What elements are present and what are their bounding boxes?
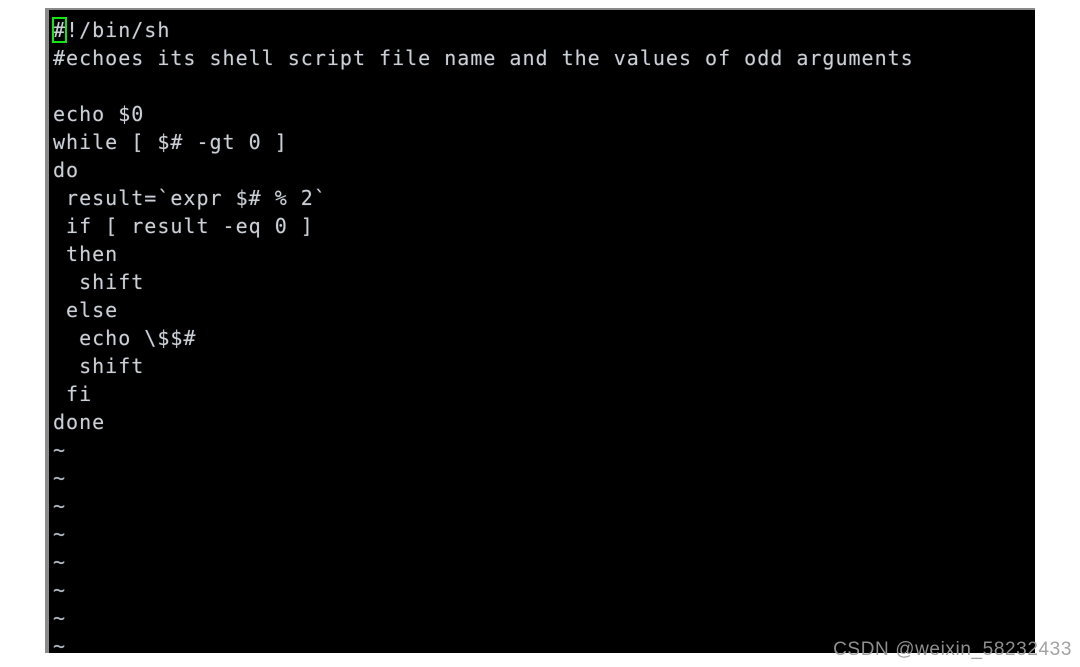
empty-line-marker: ~ [53,522,67,546]
code-line-5: while [ $# -gt 0 ] [53,130,288,154]
code-line-9: then [53,242,119,266]
code-line-2: #echoes its shell script file name and t… [53,46,914,70]
terminal-window[interactable]: #!/bin/sh #echoes its shell script file … [45,8,1035,653]
code-line-6: do [53,158,80,182]
code-line-1: #!/bin/sh [51,16,1035,44]
code-line-8: if [ result -eq 0 ] [53,214,314,238]
code-line-7: result=`expr $# % 2` [53,186,327,210]
code-line-13: shift [53,354,145,378]
code-line-1-text: !/bin/sh [66,18,171,42]
empty-line-marker: ~ [53,438,67,462]
code-line-12: echo \$$# [53,326,197,350]
code-line-4: echo $0 [53,102,145,126]
watermark: CSDN @weixin_58232433 [833,639,1072,660]
code-line-14: fi [53,382,93,406]
empty-line-marker: ~ [53,578,67,602]
empty-line-marker: ~ [53,550,67,574]
vi-editor-buffer[interactable]: #!/bin/sh #echoes its shell script file … [49,10,1035,653]
empty-line-marker: ~ [53,466,67,490]
empty-line-marker: ~ [53,494,67,518]
code-line-10: shift [53,270,145,294]
code-line-11: else [53,298,119,322]
code-line-15: done [53,410,106,434]
text-cursor: # [51,17,68,43]
empty-line-marker: ~ [53,606,67,630]
